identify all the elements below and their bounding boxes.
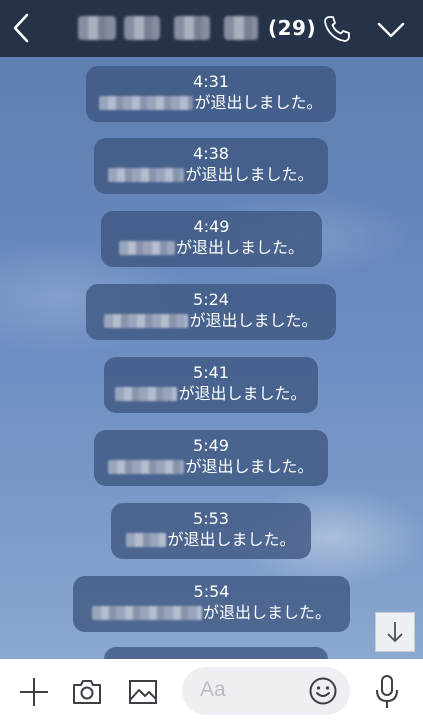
message-text: が退出しました。 [194, 93, 323, 112]
arrow-down-icon [387, 622, 403, 642]
image-icon [129, 680, 157, 704]
member-count: (29) [268, 16, 317, 40]
chevron-down-icon [377, 22, 405, 38]
blurred-username [108, 460, 185, 474]
phone-icon [324, 16, 350, 42]
blurred-username [99, 96, 194, 110]
message-text: が退出しました。 [178, 384, 307, 403]
system-message: 5:24 が退出しました。 [86, 284, 336, 340]
blurred-name-segment [78, 16, 116, 40]
plus-icon [20, 678, 48, 706]
message-time: 5:24 [193, 290, 229, 309]
photo-button[interactable] [127, 676, 159, 708]
message-text: が退出しました。 [175, 238, 304, 257]
message-text: が退出しました。 [189, 311, 318, 330]
message-time: 4:38 [193, 144, 229, 163]
chat-title[interactable]: (29) [78, 13, 316, 43]
message-time: 4:31 [193, 72, 229, 91]
blurred-username [118, 241, 175, 255]
system-message: 5:49 が退出しました。 [94, 430, 328, 486]
system-message: 5:41 が退出しました。 [104, 357, 318, 413]
call-button[interactable] [322, 14, 352, 44]
blurred-name-segment [174, 16, 210, 40]
system-message: 4:49 が退出しました。 [101, 211, 322, 267]
emoji-icon[interactable] [308, 676, 338, 706]
blurred-name-segment [124, 16, 160, 40]
message-time: 5:54 [193, 582, 230, 601]
chat-header: (29) [0, 0, 423, 57]
voice-button[interactable] [371, 673, 403, 711]
chevron-left-icon [13, 13, 29, 43]
blurred-username [108, 168, 185, 182]
message-time: 5:53 [193, 509, 229, 528]
scroll-to-bottom-button[interactable] [375, 612, 415, 652]
add-button[interactable] [18, 676, 50, 708]
blurred-username [115, 387, 178, 401]
message-text: が退出しました。 [185, 165, 314, 184]
system-message: 5:54 が退出しました。 [73, 576, 350, 632]
menu-toggle-button[interactable] [375, 16, 407, 44]
message-text: が退出しました。 [167, 530, 296, 549]
message-time: 5:49 [193, 436, 229, 455]
blurred-name-segment [224, 16, 258, 40]
message-time: 5:41 [193, 363, 229, 382]
blurred-username [104, 314, 189, 328]
system-message: 5:53 が退出しました。 [111, 503, 311, 559]
system-message: 4:38 が退出しました。 [94, 138, 328, 194]
camera-button[interactable] [71, 676, 103, 708]
chat-message-area[interactable]: 4:31 が退出しました。 4:38 が退出しました。 4:49 が退出しました… [0, 57, 423, 659]
message-text: が退出しました。 [202, 603, 331, 622]
back-button[interactable] [8, 10, 38, 46]
blurred-username [126, 533, 167, 547]
system-message-partial [104, 647, 328, 659]
camera-icon [73, 680, 101, 704]
message-input-placeholder: Aa [200, 678, 226, 701]
blurred-username [91, 606, 202, 620]
message-input[interactable]: Aa [182, 667, 350, 715]
message-time: 4:49 [193, 217, 230, 236]
microphone-icon [376, 675, 398, 708]
system-message: 4:31 が退出しました。 [86, 66, 336, 122]
message-text: が退出しました。 [185, 457, 314, 476]
